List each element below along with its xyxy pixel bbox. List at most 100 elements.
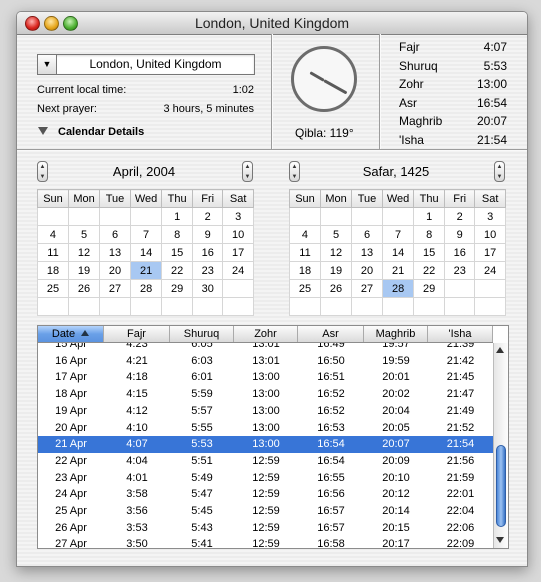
calendar-day[interactable]: 20: [351, 261, 383, 280]
column-header-maghrib[interactable]: Maghrib: [364, 326, 428, 342]
calendar-day[interactable]: 30: [192, 279, 224, 298]
location-popup[interactable]: ▼ London, United Kingdom: [37, 54, 255, 75]
calendar-day[interactable]: 19: [67, 261, 101, 280]
calendar-day[interactable]: 13: [351, 243, 383, 262]
calendar-day[interactable]: 5: [319, 225, 353, 244]
calendar-day[interactable]: 15: [161, 243, 194, 262]
table-row[interactable]: 26 Apr 3:53 5:43 12:59 16:57 20:15 22:06: [38, 520, 493, 537]
calendar-day[interactable]: 22: [161, 261, 194, 280]
calendar-day[interactable]: 24: [474, 261, 506, 280]
calendar-day[interactable]: 10: [474, 225, 506, 244]
gregorian-calendar[interactable]: Sun Mon Tue Wed Thu Fri Sat 1 2 3 4 5 6 7 8 9 10 11 12 13 14…: [37, 189, 254, 316]
table-row[interactable]: 20 Apr 4:10 5:55 13:00 16:53 20:05 21:52: [38, 420, 493, 437]
calendar-day[interactable]: 11: [289, 243, 321, 262]
table-row[interactable]: 23 Apr 4:01 5:49 12:59 16:55 20:10 21:59: [38, 470, 493, 487]
calendar-day[interactable]: 6: [99, 225, 131, 244]
table-row[interactable]: 22 Apr 4:04 5:51 12:59 16:54 20:09 21:56: [38, 453, 493, 470]
column-header-asr[interactable]: Asr: [298, 326, 364, 342]
column-header-isha[interactable]: 'Isha: [428, 326, 493, 342]
disclosure-triangle-icon[interactable]: [38, 127, 48, 135]
table-row[interactable]: 24 Apr 3:58 5:47 12:59 16:56 20:12 22:01: [38, 486, 493, 503]
gregorian-month-stepper[interactable]: ▲ ▼: [37, 161, 48, 182]
hijri-calendar[interactable]: Sun Mon Tue Wed Thu Fri Sat 1 2 3 4 5 6 7 8 9 10 11 12 13 14…: [289, 189, 506, 316]
calendar-day[interactable]: 28: [129, 279, 163, 298]
calendar-day[interactable]: 24: [222, 261, 254, 280]
calendar-day[interactable]: 15: [413, 243, 446, 262]
calendar-day[interactable]: 11: [37, 243, 69, 262]
calendar-day[interactable]: 29: [413, 279, 446, 298]
calendar-day[interactable]: 21: [381, 261, 415, 280]
calendar-day[interactable]: 10: [222, 225, 254, 244]
table-row[interactable]: 17 Apr 4:18 6:01 13:00 16:51 20:01 21:45: [38, 369, 493, 386]
calendar-day[interactable]: 16: [192, 243, 224, 262]
calendar-day[interactable]: 21: [129, 261, 163, 280]
calendar-day[interactable]: 16: [444, 243, 476, 262]
calendar-day[interactable]: 29: [161, 279, 194, 298]
table-cell: 22:04: [446, 505, 475, 517]
calendar-day[interactable]: 14: [381, 243, 415, 262]
calendar-day[interactable]: 23: [192, 261, 224, 280]
calendar-day[interactable]: 6: [351, 225, 383, 244]
calendar-day[interactable]: 12: [67, 243, 101, 262]
hijri-month-stepper[interactable]: ▲ ▼: [289, 161, 300, 182]
calendar-day[interactable]: 7: [129, 225, 163, 244]
table-body[interactable]: 15 Apr 4:23 6:05 13:01 16:49 19:57 21:39 16 Apr…: [38, 343, 493, 548]
calendar-day[interactable]: 18: [37, 261, 69, 280]
calendar-day[interactable]: 26: [67, 279, 101, 298]
table-row[interactable]: 18 Apr 4:15 5:59 13:00 16:52 20:02 21:47: [38, 386, 493, 403]
calendar-day[interactable]: 19: [319, 261, 353, 280]
calendar-day[interactable]: 27: [351, 279, 383, 298]
calendar-day[interactable]: 2: [192, 207, 224, 226]
calendar-day[interactable]: 25: [289, 279, 321, 298]
scroll-up-arrow-icon[interactable]: [496, 347, 504, 353]
scroll-thumb[interactable]: [496, 445, 506, 527]
calendar-day[interactable]: 12: [319, 243, 353, 262]
calendar-day[interactable]: 25: [37, 279, 69, 298]
calendar-day[interactable]: 17: [474, 243, 506, 262]
table-row[interactable]: 21 Apr 4:07 5:53 13:00 16:54 20:07 21:54: [38, 436, 493, 454]
prayer-time: 4:07: [483, 40, 507, 54]
calendar-day[interactable]: 8: [413, 225, 446, 244]
calendar-day[interactable]: 9: [444, 225, 476, 244]
calendar-day[interactable]: 4: [37, 225, 69, 244]
scroll-down-arrow-icon[interactable]: [496, 537, 504, 543]
calendar-day[interactable]: 3: [222, 207, 254, 226]
table-row[interactable]: 15 Apr 4:23 6:05 13:01 16:49 19:57 21:39: [38, 343, 493, 353]
calendar-day[interactable]: 5: [67, 225, 101, 244]
table-row[interactable]: 19 Apr 4:12 5:57 13:00 16:52 20:04 21:49: [38, 403, 493, 420]
table-row[interactable]: 16 Apr 4:21 6:03 13:01 16:50 19:59 21:42: [38, 353, 493, 370]
calendar-day[interactable]: 2: [444, 207, 476, 226]
column-header-date[interactable]: Date: [38, 326, 104, 342]
calendar-day[interactable]: 9: [192, 225, 224, 244]
calendar-day[interactable]: 22: [413, 261, 446, 280]
calendar-day[interactable]: 4: [289, 225, 321, 244]
chevron-down-icon[interactable]: ▼: [38, 55, 57, 74]
prayer-timetable[interactable]: Date Fajr Shuruq Zohr Asr Maghrib 'Isha 15 Apr…: [37, 325, 509, 549]
title-bar[interactable]: London, United Kingdom: [17, 12, 527, 35]
table-row[interactable]: 25 Apr 3:56 5:45 12:59 16:57 20:14 22:04: [38, 503, 493, 520]
calendar-day[interactable]: 13: [99, 243, 131, 262]
prayer-row: Maghrib 20:07: [399, 114, 507, 131]
calendar-day[interactable]: 26: [319, 279, 353, 298]
calendar-day[interactable]: 7: [381, 225, 415, 244]
column-header-zohr[interactable]: Zohr: [234, 326, 298, 342]
hijri-year-stepper[interactable]: ▲ ▼: [494, 161, 505, 182]
column-header-fajr[interactable]: Fajr: [104, 326, 170, 342]
calendar-day[interactable]: 17: [222, 243, 254, 262]
vertical-scrollbar[interactable]: [493, 343, 508, 548]
calendar-day[interactable]: 20: [99, 261, 131, 280]
calendar-day[interactable]: 18: [289, 261, 321, 280]
calendar-day[interactable]: 1: [413, 207, 446, 226]
calendar-day[interactable]: 8: [161, 225, 194, 244]
calendar-day[interactable]: 3: [474, 207, 506, 226]
calendar-details-label[interactable]: Calendar Details: [58, 126, 144, 138]
calendar-day[interactable]: 1: [161, 207, 194, 226]
column-header-shuruq[interactable]: Shuruq: [170, 326, 234, 342]
gregorian-year-stepper[interactable]: ▲ ▼: [242, 161, 253, 182]
calendar-day[interactable]: 27: [99, 279, 131, 298]
calendar-day[interactable]: 28: [381, 279, 415, 298]
calendar-day[interactable]: 14: [129, 243, 163, 262]
weekday-header: Wed: [129, 189, 163, 208]
table-row[interactable]: 27 Apr 3:50 5:41 12:59 16:58 20:17 22:09: [38, 536, 493, 548]
calendar-day[interactable]: 23: [444, 261, 476, 280]
